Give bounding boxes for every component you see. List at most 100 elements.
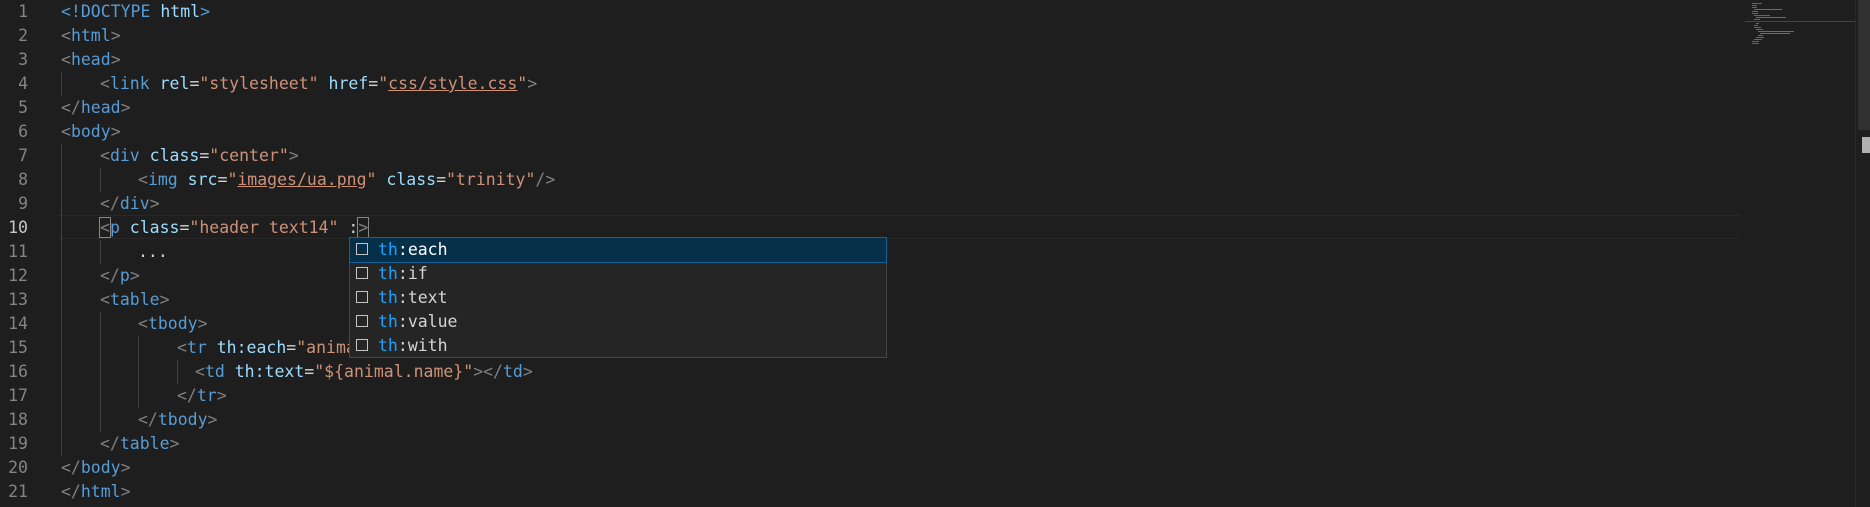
code-token: > [120, 98, 131, 117]
code-line: <div class="center"> [100, 144, 299, 168]
line-number-active: 10 [8, 218, 28, 237]
suggestion-item[interactable]: th:with [350, 334, 886, 358]
suggestion-text: : [397, 336, 408, 355]
code-token: " [366, 170, 377, 189]
suggestion-item[interactable]: th:if [350, 262, 886, 286]
vertical-scrollbar[interactable] [1855, 0, 1870, 507]
line-number: 9 [18, 194, 28, 213]
suggestion-label: th:with [378, 334, 448, 358]
minimap-line [1756, 37, 1764, 38]
line-number: 16 [8, 362, 28, 381]
line-number: 7 [18, 146, 28, 165]
minimap-line [1754, 39, 1762, 40]
code-editor[interactable]: 1 2 3 4 5 6 7 8 9 10 11 12 13 14 15 16 1… [0, 0, 1870, 507]
line-number: 2 [18, 26, 28, 45]
code-token: > [120, 458, 131, 477]
minimap-line [1752, 3, 1762, 4]
code-token: /> [535, 170, 556, 189]
code-token: < [61, 26, 71, 45]
code-token: link [109, 74, 150, 93]
code-link[interactable]: images/ua.png [237, 170, 366, 189]
code-token: < [138, 314, 148, 333]
code-token: class [119, 218, 180, 237]
line-number: 3 [18, 50, 28, 69]
code-token: < [100, 146, 110, 165]
code-token: th:each [206, 338, 287, 357]
code-token: </ [100, 194, 120, 213]
code-token: = [436, 170, 446, 189]
code-token: > [110, 122, 121, 141]
code-token: DOCTYPE [80, 2, 151, 21]
line-number: 5 [18, 98, 28, 117]
code-token: " [517, 74, 528, 93]
code-token: </ [100, 434, 120, 453]
code-token: tr [186, 338, 207, 357]
code-token: rel [149, 74, 190, 93]
scrollbar-thumb[interactable] [1858, 0, 1870, 130]
code-token: html [150, 2, 201, 21]
code-token: > [197, 314, 208, 333]
suggestion-text: : [397, 240, 408, 259]
suggestion-label: th:value [378, 310, 457, 334]
suggestion-item[interactable]: th:value [350, 310, 886, 334]
code-token: < [100, 290, 110, 309]
code-token: < [177, 338, 187, 357]
code-token: = [179, 218, 190, 237]
code-token: div [119, 194, 150, 213]
code-token: p [109, 218, 120, 237]
code-token: > [149, 194, 160, 213]
code-token: = [304, 362, 315, 381]
code-link[interactable]: css/style.css [388, 74, 517, 93]
code-token: class [139, 146, 200, 165]
code-token: table [119, 434, 170, 453]
suggestion-text: : [397, 288, 408, 307]
code-token: table [109, 290, 160, 309]
code-token: < [61, 50, 71, 69]
minimap-line [1752, 11, 1758, 12]
suggestion-text: if [407, 264, 428, 283]
code-line: <link rel="stylesheet" href="css/style.c… [100, 72, 537, 96]
line-number: 14 [8, 314, 28, 333]
code-token: href [318, 74, 369, 93]
code-token: head [80, 98, 121, 117]
code-token: <! [61, 2, 81, 21]
bracket-match: > [357, 217, 370, 238]
line-number: 18 [8, 410, 28, 429]
line-number: 1 [18, 2, 28, 21]
suggestion-item[interactable]: th:text [350, 286, 886, 310]
suggestion-text: with [407, 336, 448, 355]
code-token: = [189, 74, 200, 93]
minimap-line [1754, 15, 1770, 16]
code-token: </ [177, 386, 197, 405]
autocomplete-suggestion-widget[interactable]: th:each th:if th:text th:value th:with [349, 237, 887, 358]
minimap-line [1752, 7, 1757, 8]
minimap-line [1752, 41, 1759, 42]
line-number: 13 [8, 290, 28, 309]
code-token: " [227, 170, 238, 189]
minimap-line [1754, 27, 1761, 28]
minimap-line [1752, 13, 1758, 14]
code-token: > [527, 74, 538, 93]
suggestion-text: each [407, 240, 448, 259]
code-line: <img src="images/ua.png" class="trinity"… [138, 168, 555, 192]
code-token: th:text [224, 362, 305, 381]
code-token: > [159, 290, 170, 309]
code-line: <body> [61, 120, 121, 144]
snippet-icon [356, 291, 368, 303]
suggestion-item[interactable]: th:each [349, 237, 887, 263]
minimap-line [1754, 19, 1760, 20]
line-number: 11 [8, 242, 28, 261]
code-line: </body> [61, 456, 131, 480]
code-area[interactable]: <!DOCTYPE html> <html> <head> <link rel=… [61, 0, 1741, 507]
minimap-line [1756, 17, 1786, 18]
line-number: 21 [8, 482, 28, 501]
code-token: </ [61, 482, 81, 501]
minimap[interactable] [1745, 0, 1855, 507]
code-token: < [61, 122, 71, 141]
code-line: <table> [100, 288, 170, 312]
code-line: <tbody> [138, 312, 208, 336]
line-number-gutter: 1 2 3 4 5 6 7 8 9 10 11 12 13 14 15 16 1… [0, 0, 58, 507]
suggestion-text: : [397, 264, 408, 283]
minimap-line [1760, 33, 1790, 34]
code-token: ... [138, 242, 168, 261]
